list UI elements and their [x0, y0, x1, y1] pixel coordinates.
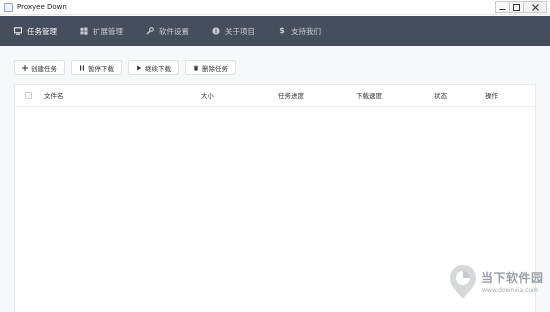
window-title: Proxyee Down [17, 3, 67, 11]
dollar-icon: $ [279, 26, 285, 35]
nav-item-about-project[interactable]: 关于项目 [198, 16, 264, 46]
wrench-icon [146, 27, 154, 35]
plus-icon [22, 64, 28, 71]
top-nav: 任务管理 扩展管理 软件设置 关于项目 $ 支持我们 [0, 16, 550, 46]
window-controls [495, 1, 547, 13]
pause-download-button[interactable]: 暂停下载 [71, 60, 122, 75]
delete-task-label: 删除任务 [202, 64, 228, 73]
windows-icon [80, 27, 88, 35]
nav-item-task-management[interactable]: 任务管理 [0, 16, 66, 46]
watermark-logo-icon [450, 265, 476, 299]
column-header-status: 状态 [434, 92, 447, 100]
nav-item-software-settings[interactable]: 软件设置 [132, 16, 198, 46]
table-header: 文件名 大小 任务进度 下载速度 状态 操作 [15, 85, 535, 107]
watermark-name: 当下软件园 [481, 271, 544, 285]
pause-icon [79, 65, 85, 71]
nav-label: 支持我们 [291, 26, 321, 36]
nav-label: 关于项目 [225, 26, 255, 36]
watermark-url: www.downxia.com [482, 287, 538, 294]
nav-label: 任务管理 [27, 26, 57, 36]
trash-icon [193, 65, 199, 71]
monitor-icon [14, 27, 22, 35]
window-titlebar: Proxyee Down [0, 0, 550, 15]
nav-item-support-us[interactable]: $ 支持我们 [264, 16, 330, 46]
nav-label: 扩展管理 [93, 26, 123, 36]
resume-download-button[interactable]: 继续下载 [128, 60, 179, 75]
column-header-speed: 下载速度 [356, 92, 382, 100]
play-icon [136, 65, 142, 71]
task-toolbar: 创建任务 暂停下载 继续下载 删除任务 [14, 60, 242, 75]
close-button[interactable] [523, 1, 547, 13]
nav-label: 软件设置 [159, 26, 189, 36]
create-task-label: 创建任务 [31, 64, 57, 73]
delete-task-button[interactable]: 删除任务 [185, 60, 236, 75]
minimize-icon [499, 8, 506, 10]
pause-download-label: 暂停下载 [88, 64, 114, 73]
watermark: 当下软件园 www.downxia.com [447, 263, 547, 303]
create-task-button[interactable]: 创建任务 [14, 60, 65, 75]
nav-item-extension-management[interactable]: 扩展管理 [66, 16, 132, 46]
column-header-progress: 任务进度 [278, 92, 304, 100]
close-icon [531, 3, 539, 11]
column-header-filename: 文件名 [44, 92, 64, 100]
maximize-icon [513, 3, 520, 11]
app-window-icon [4, 3, 13, 12]
maximize-button[interactable] [509, 1, 524, 13]
column-header-size: 大小 [201, 92, 214, 100]
info-icon [212, 27, 220, 35]
resume-download-label: 继续下载 [145, 64, 171, 73]
select-all-checkbox[interactable] [25, 92, 32, 99]
column-header-actions: 操作 [485, 92, 498, 100]
minimize-button[interactable] [495, 1, 510, 13]
